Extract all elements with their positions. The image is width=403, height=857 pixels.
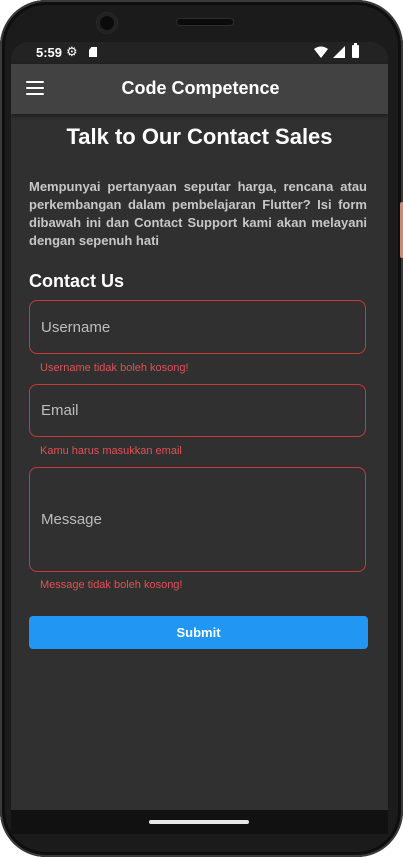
front-camera-icon bbox=[97, 13, 117, 33]
gear-icon: ⚙ bbox=[66, 44, 78, 59]
username-field[interactable]: Username bbox=[29, 300, 366, 354]
page-title: Talk to Our Contact Sales bbox=[66, 124, 333, 149]
email-field[interactable]: Email bbox=[29, 384, 366, 437]
message-field[interactable]: Message bbox=[29, 467, 366, 572]
navigation-bar bbox=[11, 810, 388, 834]
contact-us-heading: Contact Us bbox=[29, 271, 125, 291]
message-error: Message tidak boleh kosong! bbox=[40, 579, 183, 591]
email-error: Kamu harus masukkan email bbox=[40, 445, 182, 457]
username-error: Username tidak boleh kosong! bbox=[40, 362, 189, 374]
signal-icon bbox=[333, 46, 345, 58]
app-title: Code Competence bbox=[121, 78, 280, 98]
phone-bezel-top bbox=[0, 0, 403, 44]
home-gesture-handle[interactable] bbox=[149, 820, 249, 824]
wifi-icon bbox=[314, 46, 328, 58]
status-bar: 5:59 ⚙ bbox=[11, 42, 388, 64]
status-time: 5:59 bbox=[36, 45, 63, 60]
battery-icon bbox=[352, 43, 359, 58]
app-screen: 5:59 ⚙ Code Competence Talk to Our Conta… bbox=[11, 42, 388, 810]
app-bar: Code Competence bbox=[11, 64, 388, 114]
phone-frame: 5:59 ⚙ Code Competence Talk to Our Conta… bbox=[0, 0, 403, 857]
sim-card-icon bbox=[89, 47, 97, 57]
email-placeholder: Email bbox=[41, 402, 79, 419]
submit-button[interactable]: Submit bbox=[29, 616, 368, 649]
earpiece-speaker bbox=[177, 19, 233, 25]
message-placeholder: Message bbox=[41, 511, 102, 528]
status-icons bbox=[314, 43, 374, 61]
intro-text: Mempunyai pertanyaan seputar harga, renc… bbox=[29, 179, 367, 248]
username-placeholder: Username bbox=[41, 319, 111, 336]
